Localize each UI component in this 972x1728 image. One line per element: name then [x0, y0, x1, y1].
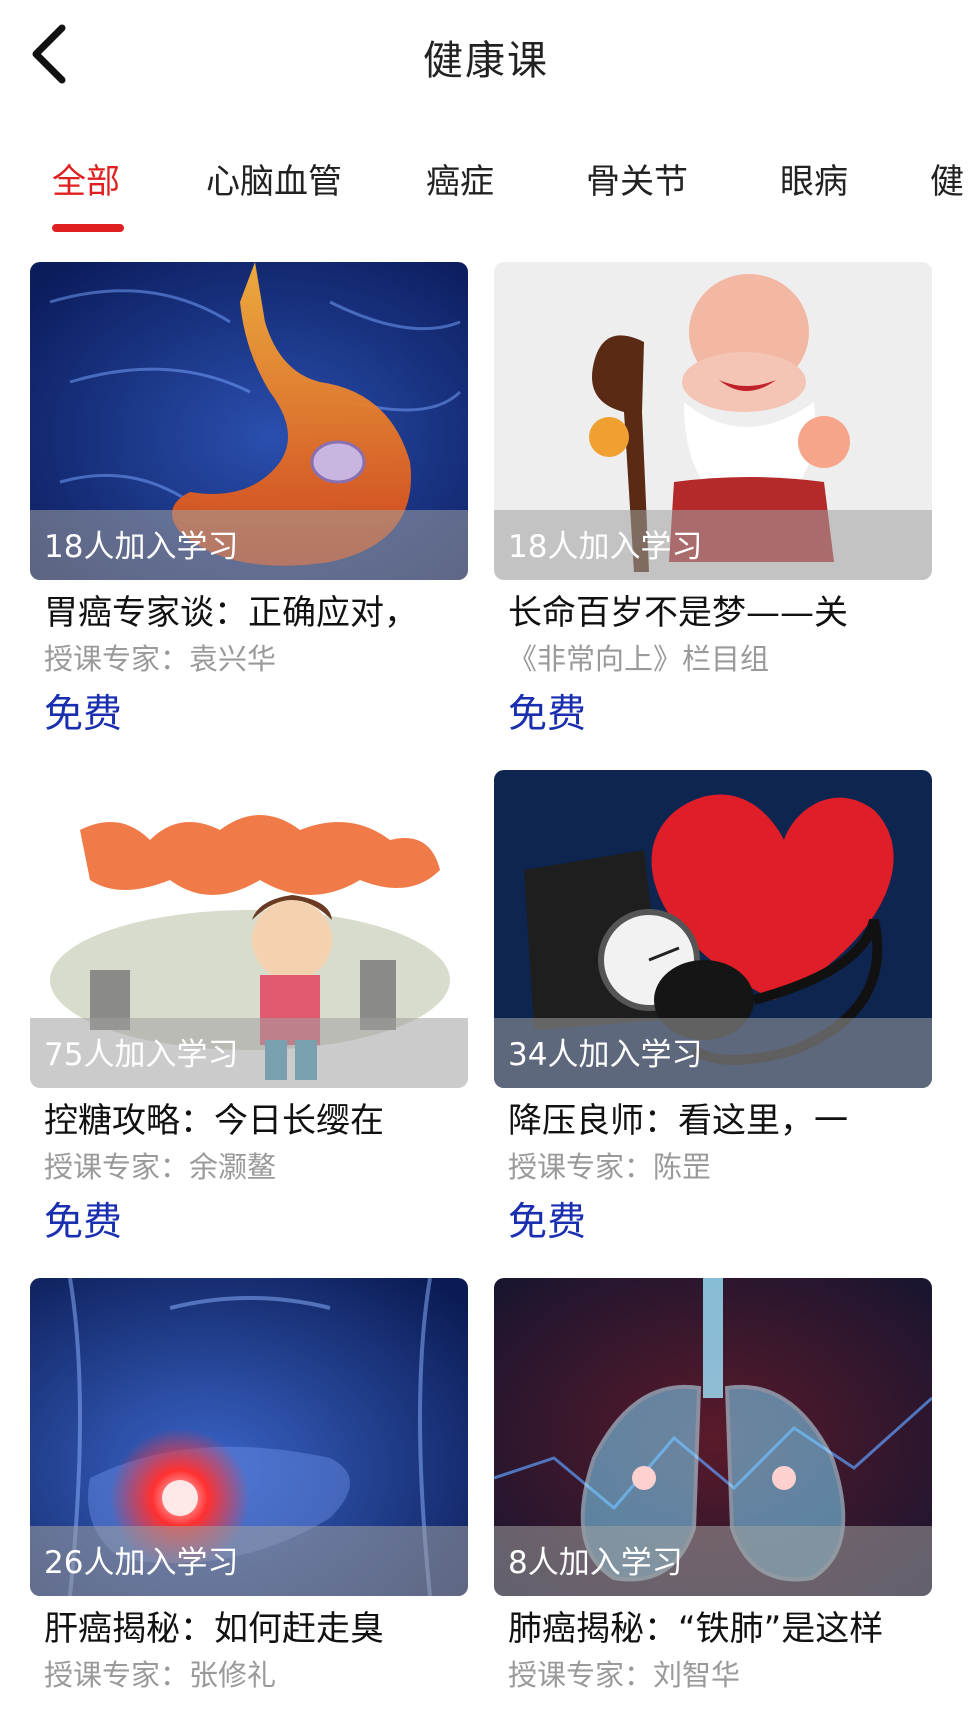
course-thumbnail: 18人加入学习	[30, 262, 468, 580]
course-thumbnail: 18人加入学习	[494, 262, 932, 580]
course-thumbnail: 34人加入学习	[494, 770, 932, 1088]
course-teacher: 授课专家：余灏鳌	[44, 1150, 277, 1184]
category-tabs: 全部 心脑血管 癌症 骨关节 眼病 健	[0, 140, 972, 240]
tab-bone-joint[interactable]: 骨关节	[586, 154, 688, 203]
course-price: 免费	[44, 692, 123, 737]
tab-cardio[interactable]: 心脑血管	[206, 154, 342, 203]
tab-eye[interactable]: 眼病	[780, 154, 848, 203]
course-thumbnail: 75人加入学习	[30, 770, 468, 1088]
course-title: 胃癌专家谈：正确应对，	[44, 593, 418, 633]
course-card[interactable]: 8人加入学习 肺癌揭秘：“铁肺”是这样 授课专家：刘智华	[494, 1278, 932, 1696]
tab-cancer[interactable]: 癌症	[426, 154, 494, 203]
header: 健康课	[0, 0, 972, 120]
course-price: 免费	[508, 1200, 587, 1245]
course-card[interactable]: 18人加入学习 胃癌专家谈：正确应对， 授课专家：袁兴华 免费	[30, 262, 468, 744]
course-teacher: 授课专家：袁兴华	[44, 642, 277, 676]
page-title: 健康课	[423, 38, 549, 84]
course-title: 长命百岁不是梦——关	[508, 593, 848, 633]
learner-count: 8人加入学习	[508, 1545, 683, 1581]
course-teacher: 授课专家：张修礼	[44, 1658, 277, 1692]
tab-health[interactable]: 健	[930, 154, 964, 203]
learner-count: 26人加入学习	[44, 1545, 239, 1581]
course-thumbnail: 26人加入学习	[30, 1278, 468, 1596]
tab-all[interactable]: 全部	[52, 154, 120, 203]
learner-count: 75人加入学习	[44, 1037, 239, 1073]
course-title: 肺癌揭秘：“铁肺”是这样	[508, 1609, 884, 1649]
course-teacher: 授课专家：陈罡	[508, 1150, 712, 1184]
course-card[interactable]: 26人加入学习 肝癌揭秘：如何赶走臭 授课专家：张修礼	[30, 1278, 468, 1696]
course-card[interactable]: 18人加入学习 长命百岁不是梦——关 《非常向上》栏目组 免费	[494, 262, 932, 744]
course-price: 免费	[44, 1200, 123, 1245]
course-card[interactable]: 75人加入学习 控糖攻略：今日长缨在 授课专家：余灏鳌 免费	[30, 770, 468, 1252]
course-card[interactable]: 34人加入学习 降压良师：看这里，一 授课专家：陈罡 免费	[494, 770, 932, 1252]
course-price: 免费	[508, 692, 587, 737]
course-title: 降压良师：看这里，一	[508, 1101, 848, 1141]
learner-count: 34人加入学习	[508, 1037, 703, 1073]
health-course-page: 健康课 全部 心脑血管 癌症 骨关节 眼病 健 18人加入学习 胃癌专家谈：正确…	[0, 0, 972, 1728]
course-thumbnail: 8人加入学习	[494, 1278, 932, 1596]
active-tab-indicator	[52, 224, 124, 232]
learner-count: 18人加入学习	[44, 529, 239, 565]
course-teacher: 授课专家：刘智华	[508, 1658, 741, 1692]
learner-count: 18人加入学习	[508, 529, 703, 565]
course-teacher: 《非常向上》栏目组	[508, 642, 770, 676]
course-title: 肝癌揭秘：如何赶走臭	[44, 1609, 384, 1649]
course-title: 控糖攻略：今日长缨在	[44, 1101, 384, 1141]
